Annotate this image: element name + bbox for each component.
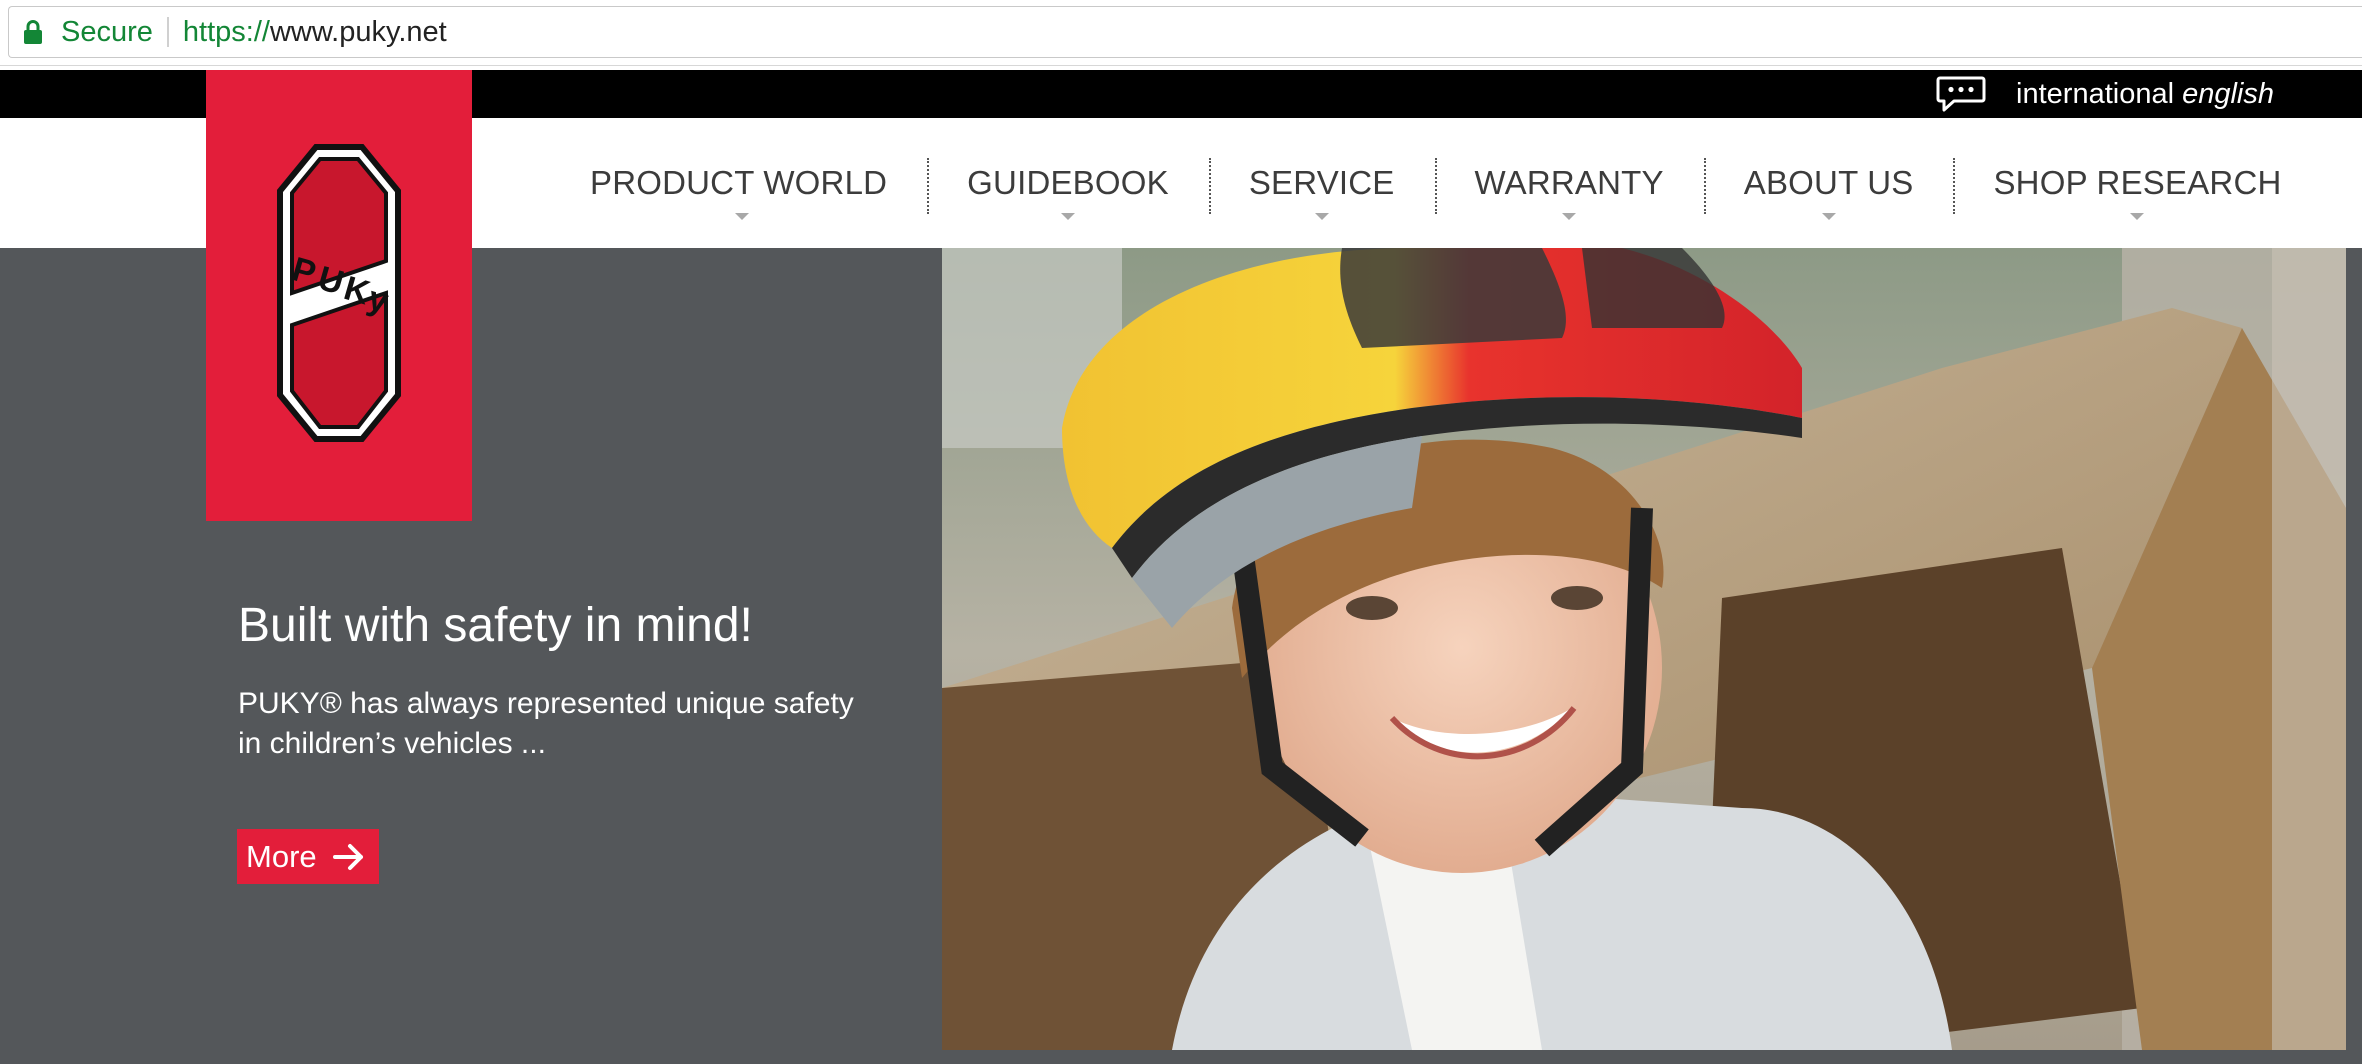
address-bar[interactable]: Secure https://www.puky.net bbox=[8, 6, 2362, 58]
language-prefix: international bbox=[2016, 77, 2175, 110]
arrow-right-icon bbox=[332, 843, 363, 870]
nav-item-guidebook[interactable]: GUIDEBOOK bbox=[927, 118, 1209, 248]
nav-item-product-world[interactable]: PRODUCT WORLD bbox=[556, 118, 927, 248]
puky-logo-mark: P U K y bbox=[277, 144, 401, 442]
caret-down-icon bbox=[1821, 213, 1836, 220]
hero-title: Built with safety in mind! bbox=[238, 599, 753, 652]
caret-down-icon bbox=[734, 213, 749, 220]
child-with-helmet-photo bbox=[942, 248, 2346, 1050]
language-name: english bbox=[2182, 77, 2274, 110]
more-button[interactable]: More bbox=[237, 829, 379, 884]
language-selector[interactable]: international english bbox=[1936, 70, 2274, 118]
browser-toolbar: Secure https://www.puky.net bbox=[0, 0, 2362, 66]
nav-item-label: PRODUCT WORLD bbox=[590, 164, 888, 201]
nav-item-shop-research[interactable]: SHOP RESEARCH bbox=[1953, 118, 2321, 248]
caret-down-icon bbox=[1562, 213, 1577, 220]
url-scheme: https:// bbox=[182, 15, 270, 48]
secure-label: Secure bbox=[61, 15, 153, 48]
lock-icon bbox=[23, 20, 43, 44]
speech-bubble-icon bbox=[1936, 76, 1986, 112]
url-text[interactable]: https://www.puky.net bbox=[182, 15, 447, 48]
caret-down-icon bbox=[2130, 213, 2145, 220]
address-divider bbox=[166, 17, 169, 47]
nav-item-about-us[interactable]: ABOUT US bbox=[1703, 118, 1954, 248]
nav-item-service[interactable]: SERVICE bbox=[1208, 118, 1435, 248]
caret-down-icon bbox=[1061, 213, 1075, 220]
language-label: international english bbox=[2016, 78, 2274, 111]
url-host: www.puky.net bbox=[269, 15, 447, 48]
nav-item-label: WARRANTY bbox=[1474, 164, 1664, 201]
more-button-label: More bbox=[246, 838, 317, 874]
nav-item-label: SHOP RESEARCH bbox=[1993, 164, 2282, 201]
nav-item-label: SERVICE bbox=[1248, 164, 1395, 201]
caret-down-icon bbox=[1314, 213, 1329, 220]
puky-logo[interactable]: P U K y bbox=[206, 70, 472, 521]
nav-item-label: GUIDEBOOK bbox=[967, 164, 1169, 201]
nav-item-warranty[interactable]: WARRANTY bbox=[1434, 118, 1704, 248]
nav-item-label: ABOUT US bbox=[1743, 164, 1914, 201]
hero-description: PUKY® has always represented unique safe… bbox=[238, 687, 854, 760]
nav-list: PRODUCT WORLD GUIDEBOOK SERVICE WARRANTY… bbox=[556, 118, 2322, 248]
